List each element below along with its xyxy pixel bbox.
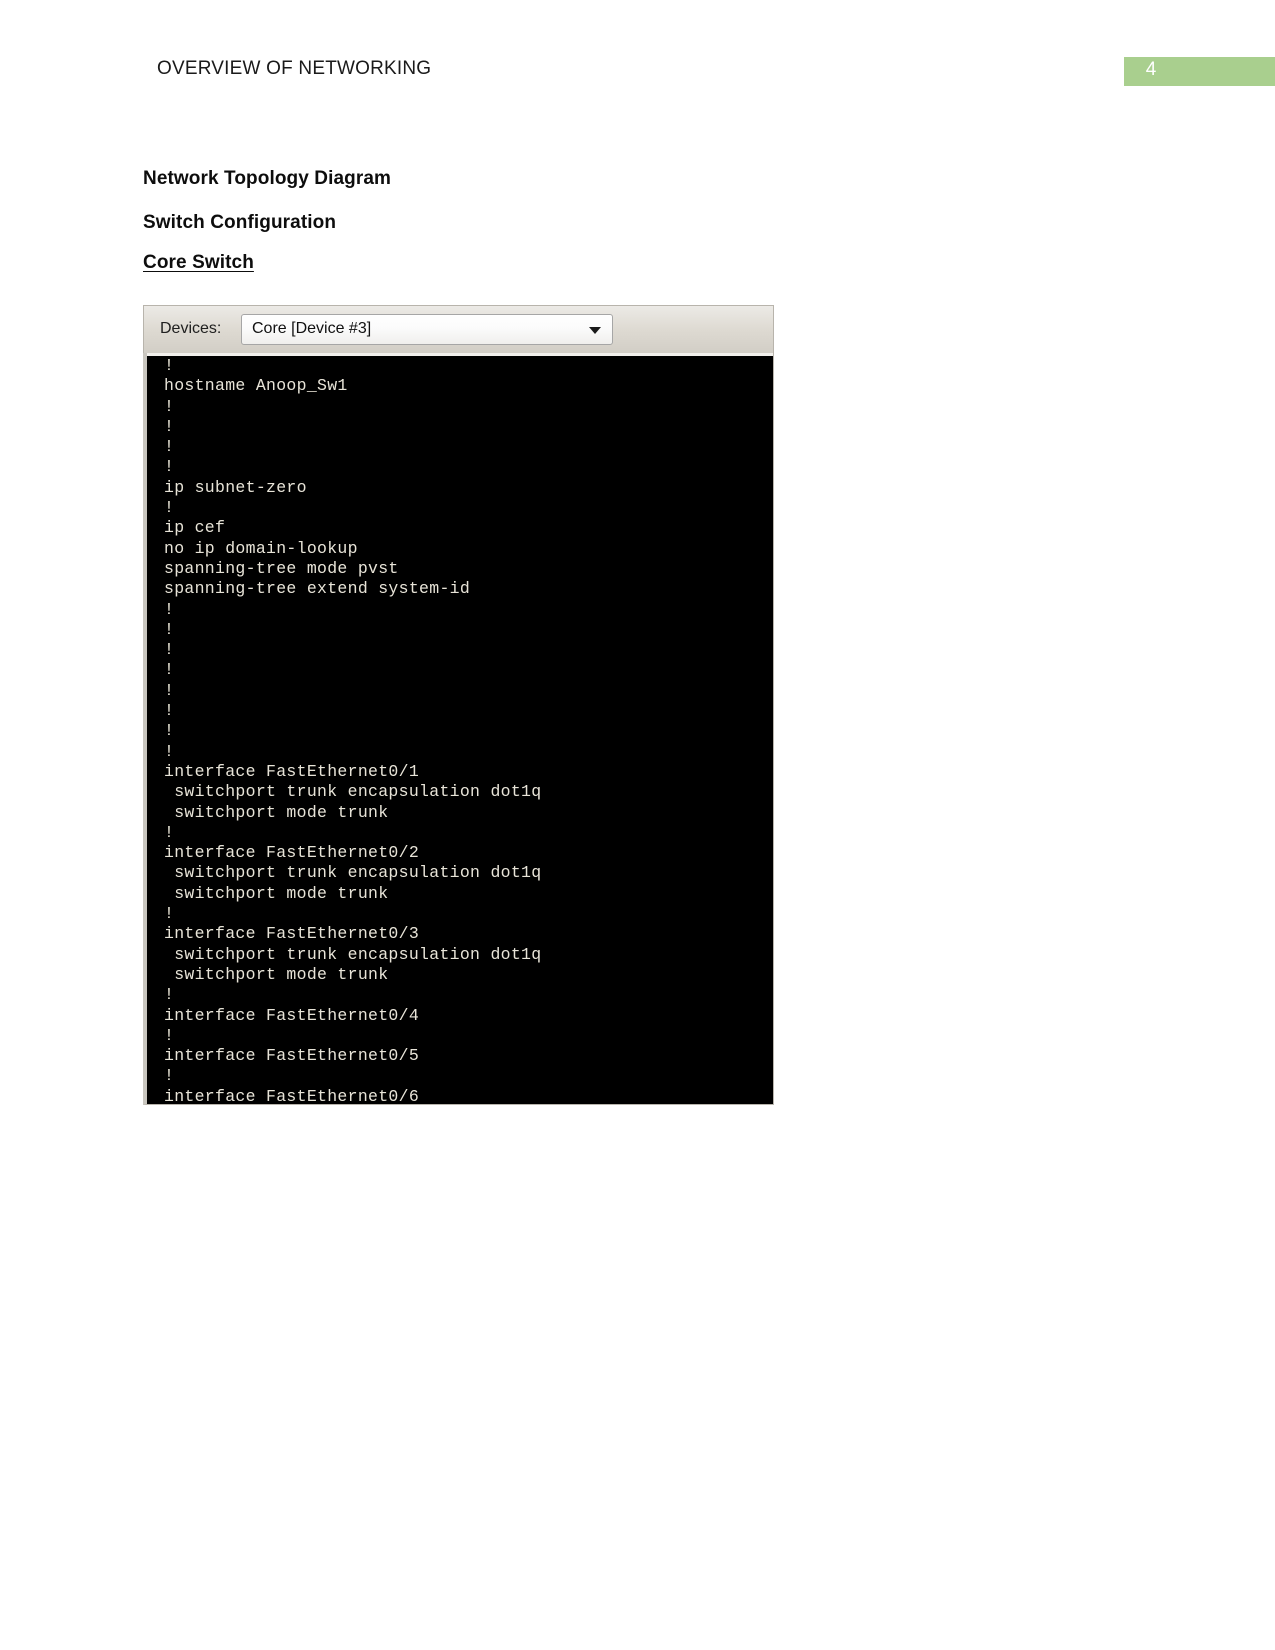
terminal-line: ! (164, 437, 175, 457)
terminal-window[interactable]: ! hostname Anoop_Sw1!!!! ip subnet-zero! ip… (143, 353, 774, 1105)
terminal-line: ! (164, 599, 175, 619)
terminal-line: spanning-tree mode pvst (164, 558, 399, 578)
terminal-line: ! (164, 741, 175, 761)
device-selector-toolbar: Devices: Core [Device #3] (143, 305, 774, 353)
terminal-line: ip subnet-zero (164, 477, 307, 497)
terminal-line: ! (164, 660, 175, 680)
terminal-line: switchport trunk encapsulation dot1q (164, 944, 542, 964)
device-dropdown[interactable]: Core [Device #3] (241, 314, 613, 345)
switch-configuration-screenshot: Devices: Core [Device #3] ! hostname Anoo… (143, 305, 774, 1105)
chevron-down-icon[interactable] (589, 327, 601, 334)
terminal-line: ! (164, 356, 175, 375)
terminal-line: ! (164, 1066, 175, 1086)
terminal-line: no ip domain-lookup (164, 538, 358, 558)
heading-switch-configuration: Switch Configuration (143, 212, 337, 233)
terminal-line: hostname Anoop_Sw1 (164, 376, 348, 396)
page-header: OVERVIEW OF NETWORKING 4 (0, 0, 1275, 110)
terminal-line: ! (164, 640, 175, 660)
devices-label: Devices: (160, 320, 222, 337)
terminal-line: interface FastEthernet0/1 (164, 761, 420, 781)
terminal-line: ! (164, 904, 175, 924)
terminal-line: ! (164, 985, 175, 1005)
heading-network-topology-diagram: Network Topology Diagram (143, 168, 392, 189)
terminal-line: interface FastEthernet0/5 (164, 1046, 420, 1066)
terminal-line: ! (164, 498, 175, 518)
terminal-line: ! (164, 416, 175, 436)
device-dropdown-value: Core [Device #3] (252, 320, 372, 337)
terminal-line: interface FastEthernet0/6 (164, 1086, 420, 1104)
terminal-line: spanning-tree extend system-id (164, 579, 471, 599)
terminal-line: ! (164, 822, 175, 842)
terminal-line: switchport mode trunk (164, 883, 389, 903)
terminal-output: ! hostname Anoop_Sw1!!!! ip subnet-zero! ip… (151, 356, 773, 1104)
page-number: 4 (1145, 59, 1157, 80)
heading-core-switch: Core Switch (143, 252, 254, 273)
terminal-line: ! (164, 701, 175, 721)
terminal-line: ! (164, 396, 175, 416)
terminal-line: ! (164, 680, 175, 700)
terminal-line: ! (164, 457, 175, 477)
terminal-line: ! (164, 721, 175, 741)
terminal-line: switchport mode trunk (164, 964, 389, 984)
terminal-line: interface FastEthernet0/2 (164, 843, 420, 863)
terminal-line: switchport trunk encapsulation dot1q (164, 782, 542, 802)
terminal-line: switchport trunk encapsulation dot1q (164, 863, 542, 883)
terminal-line: switchport mode trunk (164, 802, 389, 822)
terminal-line: interface FastEthernet0/3 (164, 924, 420, 944)
terminal-line: ip cef (164, 518, 226, 538)
page-title: OVERVIEW OF NETWORKING (157, 58, 432, 79)
terminal-line: interface FastEthernet0/4 (164, 1005, 420, 1025)
terminal-line: ! (164, 619, 175, 639)
terminal-line: ! (164, 1025, 175, 1045)
